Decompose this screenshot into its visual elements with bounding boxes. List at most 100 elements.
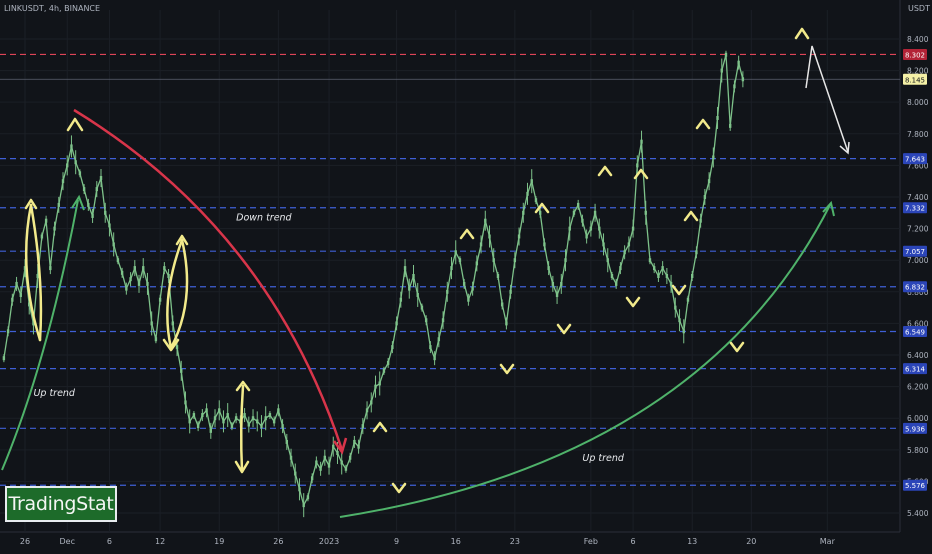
candle-body: [488, 234, 491, 239]
current-price-tag: 8.145: [903, 73, 927, 85]
y-tick-label: 6.200: [907, 383, 929, 392]
candle-body: [327, 463, 331, 468]
candle-body: [332, 444, 335, 449]
candle-body: [386, 360, 390, 365]
candle-body: [6, 329, 10, 334]
candle-body: [678, 318, 681, 323]
price-level-label: 5.936: [905, 425, 926, 433]
candle-body: [260, 424, 263, 429]
candle-body: [108, 223, 111, 228]
candle-body: [391, 345, 394, 350]
x-tick-label: 6: [107, 537, 112, 546]
candle-body: [598, 226, 601, 231]
candle-body: [175, 345, 179, 350]
candle-body: [720, 68, 723, 73]
x-tick-label: 6: [631, 537, 636, 546]
candle-body: [213, 416, 217, 421]
candle-body: [433, 356, 436, 361]
candle-body: [247, 422, 251, 427]
price-level-label: 6.832: [905, 284, 925, 292]
candle-body: [534, 198, 538, 203]
candle-body: [707, 179, 711, 184]
candle-body: [467, 297, 470, 302]
candle-body: [19, 292, 22, 297]
candle-body: [82, 187, 86, 192]
trend-annotation: Up trend: [582, 453, 624, 464]
candle-body: [133, 266, 136, 271]
candle-body: [91, 213, 94, 218]
candle-body: [154, 337, 158, 342]
candle-body: [416, 292, 419, 297]
candle-body: [399, 297, 403, 302]
candle-body: [306, 495, 310, 500]
candle-body: [192, 413, 196, 418]
candle-body: [699, 218, 702, 223]
candle-body: [226, 413, 229, 418]
candle-body: [209, 428, 213, 433]
candle-body: [652, 266, 656, 271]
candle-body: [196, 424, 200, 429]
candle-body: [690, 274, 694, 278]
price-level-tag: 7.643: [903, 153, 927, 165]
candle-body: [686, 297, 690, 302]
candle-body: [450, 266, 453, 271]
candle-body: [593, 210, 597, 215]
price-level-label: 8.302: [905, 51, 925, 59]
candle-body: [2, 356, 6, 361]
candle-body: [703, 194, 707, 199]
x-tick-label: 9: [394, 537, 399, 546]
x-tick-label: Feb: [584, 537, 598, 546]
candle-body: [627, 242, 631, 247]
candle-body: [547, 266, 550, 271]
price-level-label: 6.314: [905, 366, 926, 374]
candle-body: [66, 163, 69, 168]
price-chart[interactable]: Down trendUp trendUp trend 5.4005.6005.8…: [0, 0, 932, 550]
candle-body: [142, 266, 145, 271]
candle-body: [222, 419, 225, 424]
y-tick-label: 8.400: [907, 35, 929, 44]
candle-body: [201, 413, 204, 418]
candle-body: [682, 329, 685, 334]
candle-body: [188, 419, 191, 424]
currency-label: USDT: [908, 4, 930, 13]
candle-body: [741, 77, 745, 82]
candle-body: [475, 261, 479, 266]
candle-body: [454, 250, 457, 255]
candle-body: [323, 455, 327, 460]
price-level-tag: 6.549: [903, 325, 927, 337]
candle-body: [264, 416, 267, 421]
candle-body: [243, 413, 246, 418]
candle-body: [636, 163, 639, 168]
candle-body: [729, 123, 732, 128]
candle-body: [403, 266, 407, 271]
candle-body: [78, 171, 82, 176]
candle-body: [158, 297, 162, 302]
candle-body: [365, 408, 369, 413]
candle-body: [437, 337, 441, 342]
candle-body: [471, 286, 474, 291]
price-level-tag: 5.936: [903, 422, 927, 434]
candle-body: [560, 281, 563, 286]
candle-body: [44, 218, 48, 223]
candle-body: [606, 258, 609, 263]
price-level-label: 7.332: [905, 205, 925, 213]
candle-body: [712, 155, 715, 160]
price-level-label: 7.643: [905, 156, 925, 164]
candle-body: [344, 466, 348, 471]
y-tick-label: 6.000: [907, 414, 929, 423]
candle-body: [361, 424, 365, 429]
candle-body: [310, 476, 314, 481]
candle-body: [256, 419, 259, 424]
candle-body: [40, 234, 44, 239]
price-level-tag: 7.057: [903, 245, 927, 257]
candle-body: [268, 413, 272, 418]
candle-body: [70, 144, 73, 149]
candle-body: [538, 210, 542, 215]
candle-body: [441, 318, 445, 323]
x-tick-label: Dec: [59, 537, 74, 546]
chart-canvas[interactable]: Down trendUp trendUp trend 5.4005.6005.8…: [0, 0, 932, 550]
candle-body: [669, 281, 673, 286]
candle-body: [171, 321, 174, 326]
price-level-label: 5.576: [905, 482, 926, 490]
candle-body: [112, 242, 115, 247]
